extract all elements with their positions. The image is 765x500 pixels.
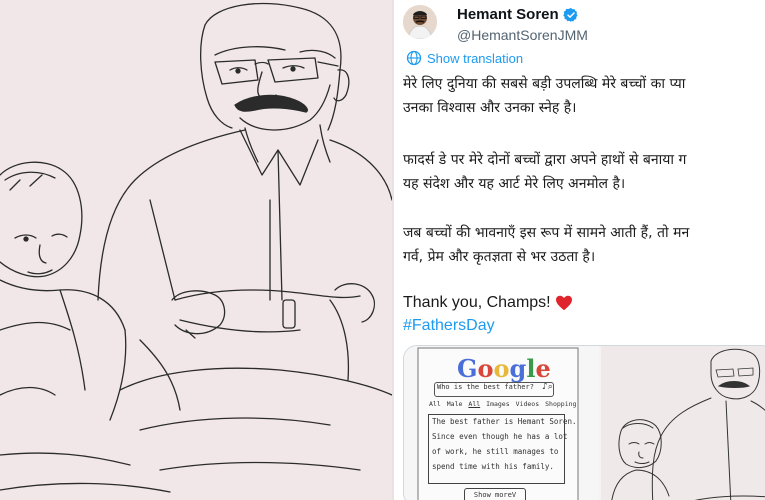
show-translation-link[interactable]: Show translation xyxy=(406,50,523,66)
drawn-search-query: Who is the best father? xyxy=(437,383,534,391)
logo-letter: o xyxy=(477,354,494,383)
drawn-tab: All xyxy=(468,400,481,408)
family-sketch xyxy=(611,348,765,500)
drawn-result-line: of work, he still manages to xyxy=(432,447,559,456)
tweet-line: गर्व, प्रेम और कृतज्ञता से भर उठता है। xyxy=(403,249,596,265)
red-heart-icon xyxy=(555,295,572,311)
drawing-illustration xyxy=(0,2,392,493)
tweet-paragraph-1: मेरे लिए दुनिया की सबसे बड़ी उपलब्धि मेर… xyxy=(403,72,685,120)
avatar-portrait-icon xyxy=(403,5,437,39)
tweet-line: यह संदेश और यह आर्ट मेरे लिए अनमोल है। xyxy=(403,176,626,192)
tweet-card: Hemant Soren @HemantSorenJMM Show transl… xyxy=(394,0,765,500)
google-logo: Google xyxy=(457,354,551,383)
hashtag-link[interactable]: #FathersDay xyxy=(403,317,495,335)
tweet-paragraph-3: जब बच्चों की भावनाएँ इस रूप में सामने आत… xyxy=(403,221,689,269)
tweet-line: मेरे लिए दुनिया की सबसे बड़ी उपलब्धि मेर… xyxy=(403,76,686,92)
drawn-tab: Images xyxy=(486,400,510,408)
drawn-tabs-row: All Male All Images Videos Shopping xyxy=(429,400,576,408)
tweet-line: उनका विश्वास और उनका स्नेह है। xyxy=(403,100,577,116)
search-icon: ⌕ xyxy=(547,382,553,392)
logo-letter: o xyxy=(493,354,510,383)
show-translation-label[interactable]: Show translation xyxy=(427,51,523,66)
thanks-line: Thank you, Champs! xyxy=(403,294,573,312)
author-handle[interactable]: @HemantSorenJMM xyxy=(457,27,588,43)
drawn-tab: Male xyxy=(446,400,463,408)
tweet-paragraph-2: फादर्स डे पर मेरे दोनों बच्चों द्वारा अप… xyxy=(403,148,686,196)
drawn-show-more-button: Show moreV xyxy=(464,488,526,500)
logo-letter: e xyxy=(535,354,551,383)
drawn-result-line: spend time with his family. xyxy=(432,462,554,471)
drawn-tab: Shopping xyxy=(545,400,577,408)
thanks-text: Thank you, Champs! xyxy=(403,294,551,311)
father-son-drawing xyxy=(0,0,392,500)
logo-letter: G xyxy=(457,354,478,383)
drawn-result-line: Since even though he has a lot xyxy=(432,432,568,441)
drawn-tab: Videos xyxy=(515,400,540,408)
drawn-result-line: The best father is Hemant Soren. xyxy=(432,417,577,426)
media-family-drawing[interactable] xyxy=(601,346,765,500)
avatar[interactable] xyxy=(403,5,437,39)
tweet-line: फादर्स डे पर मेरे दोनों बच्चों द्वारा अप… xyxy=(403,152,687,168)
tweet-line: जब बच्चों की भावनाएँ इस रूप में सामने आत… xyxy=(403,225,690,241)
media-google-drawing[interactable]: Google Who is the best father? ♪⌕ All Ma… xyxy=(404,346,599,500)
verified-badge-icon xyxy=(562,7,578,22)
logo-letter: g xyxy=(509,354,527,383)
author-name-row[interactable]: Hemant Soren xyxy=(457,6,579,23)
globe-icon xyxy=(406,50,422,66)
tweet-media[interactable]: Google Who is the best father? ♪⌕ All Ma… xyxy=(403,345,765,500)
drawn-search-icons: ♪⌕ xyxy=(542,382,553,392)
author-display-name[interactable]: Hemant Soren xyxy=(457,6,559,23)
drawn-tab: All xyxy=(429,400,441,408)
